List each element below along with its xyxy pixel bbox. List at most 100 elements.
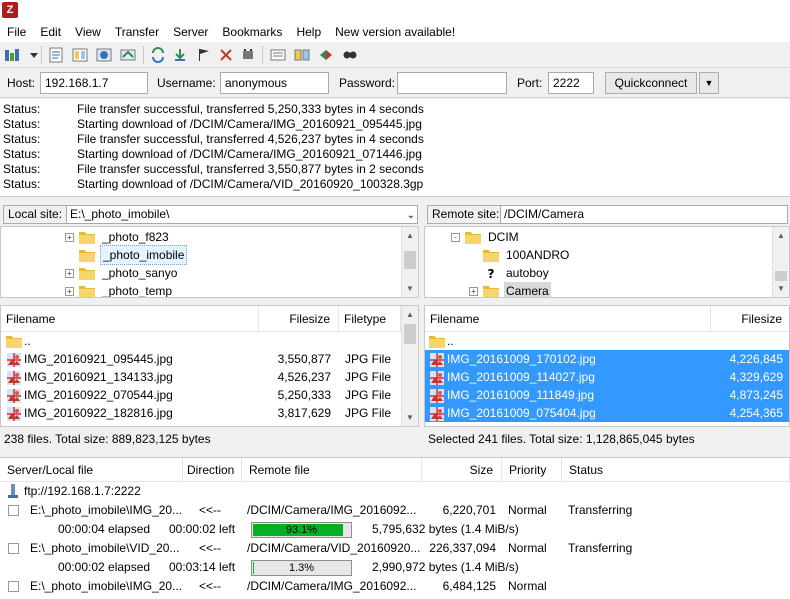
reconnect-icon[interactable] (238, 45, 258, 65)
file-size (711, 332, 783, 350)
scrollbar-thumb[interactable] (404, 251, 416, 269)
queue-priority: Normal (508, 579, 547, 593)
queue-server-row[interactable]: ftp://192.168.1.7:2222 (0, 482, 790, 501)
tree-item[interactable]: ? autoboy (469, 264, 551, 282)
expand-icon[interactable]: + (65, 268, 74, 278)
menu-edit[interactable]: Edit (33, 22, 68, 42)
remote-tree-scrollbar[interactable]: ▲ ▼ (772, 227, 789, 297)
scroll-up-icon[interactable]: ▲ (402, 306, 418, 323)
refresh-icon[interactable] (148, 45, 168, 65)
queue-server-address: ftp://192.168.1.7:2222 (24, 484, 141, 498)
scroll-up-icon[interactable]: ▲ (402, 227, 418, 244)
local-files-scrollbar[interactable]: ▲ ▼ (401, 306, 418, 426)
file-row[interactable]: .. (425, 332, 789, 350)
host-input[interactable] (40, 72, 148, 94)
column-header-filesize[interactable]: Filesize (259, 306, 339, 332)
menu-new-version[interactable]: New version available! (328, 22, 462, 42)
transfer-queue[interactable]: Server/Local file Direction Remote file … (0, 457, 790, 599)
tree-item[interactable]: - DCIM (451, 228, 521, 246)
menu-bookmarks[interactable]: Bookmarks (215, 22, 289, 42)
port-label: Port: (517, 76, 543, 90)
process-queue-icon[interactable] (170, 45, 190, 65)
menu-server[interactable]: Server (166, 22, 215, 42)
file-row[interactable]: IMG_20160921_134133.jpg 4,526,237 JPG File (1, 368, 401, 386)
filename-filters-icon[interactable] (268, 45, 288, 65)
username-input[interactable] (220, 72, 329, 94)
scrollbar-thumb[interactable] (404, 324, 416, 344)
queue-column-priority[interactable]: Priority (502, 458, 562, 482)
column-header-filesize[interactable]: Filesize (711, 306, 789, 332)
log-line: Status: File transfer successful, transfe… (0, 132, 790, 147)
queue-item-checkbox[interactable] (8, 505, 19, 516)
scroll-down-icon[interactable]: ▼ (402, 409, 418, 426)
quickconnect-history-dropdown[interactable]: ▼ (699, 72, 719, 94)
toggle-local-tree-icon[interactable] (70, 45, 90, 65)
remote-file-list[interactable]: Filename Filesize .. IMG_20161009_170102.… (424, 305, 790, 427)
menu-help[interactable]: Help (289, 22, 328, 42)
file-row[interactable]: IMG_20161009_170102.jpg 4,226,845 (425, 350, 789, 368)
tree-item[interactable]: _photo_imobile (65, 245, 188, 265)
scroll-down-icon[interactable]: ▼ (773, 280, 789, 297)
site-manager-icon[interactable] (2, 45, 22, 65)
expand-icon[interactable]: + (469, 286, 478, 296)
file-size (259, 332, 331, 350)
local-tree-scrollbar[interactable]: ▲ ▼ (401, 227, 418, 297)
log-type-label: Status: (3, 132, 41, 146)
menu-view[interactable]: View (68, 22, 108, 42)
file-name: IMG_20161009_170102.jpg (447, 352, 596, 366)
compare-directories-icon[interactable] (292, 45, 312, 65)
queue-item-row[interactable]: E:\_photo_imobile\IMG_20... <<-- /DCIM/Cam… (0, 577, 790, 596)
password-input[interactable] (397, 72, 507, 94)
scroll-down-icon[interactable]: ▼ (402, 280, 418, 297)
file-row[interactable]: IMG_20161009_114027.jpg 4,329,629 (425, 368, 789, 386)
tree-item[interactable]: 100ANDRO (469, 246, 571, 264)
remote-site-path-input[interactable]: /DCIM/Camera (500, 205, 788, 224)
disconnect-icon[interactable] (216, 45, 236, 65)
queue-item-checkbox[interactable] (8, 543, 19, 554)
expand-icon[interactable]: + (65, 232, 74, 242)
tree-item[interactable]: + Camera (469, 282, 551, 297)
menu-transfer[interactable]: Transfer (108, 22, 166, 42)
queue-column-direction[interactable]: Direction (183, 458, 242, 482)
remote-directory-tree[interactable]: ▲ ▼ - DCIM 100ANDRO? autoboy + Camera (424, 226, 790, 298)
queue-column-local-file[interactable]: Server/Local file (0, 458, 183, 482)
local-site-path-input[interactable]: E:\_photo_imobile\ ⌄ (66, 205, 418, 224)
file-row[interactable]: IMG_20161009_111849.jpg 4,873,245 (425, 386, 789, 404)
image-file-icon (429, 352, 445, 368)
queue-column-size[interactable]: Size (422, 458, 502, 482)
file-row[interactable]: IMG_20160922_070544.jpg 5,250,333 JPG File (1, 386, 401, 404)
file-name-cell: IMG_20161009_111849.jpg (429, 386, 594, 404)
queue-column-remote-file[interactable]: Remote file (242, 458, 422, 482)
queue-item-row[interactable]: E:\_photo_imobile\IMG_20... <<-- /DCIM/Cam… (0, 501, 790, 520)
file-row[interactable]: .. (1, 332, 401, 350)
toggle-queue-icon[interactable] (118, 45, 138, 65)
sync-browsing-icon[interactable] (316, 45, 336, 65)
local-directory-tree[interactable]: ▲ ▼ + _photo_f823 _photo_imobile + _photo_sa… (0, 226, 419, 298)
file-row[interactable]: IMG_20160921_095445.jpg 3,550,877 JPG File (1, 350, 401, 368)
filezilla-app-icon[interactable]: Z (2, 2, 18, 18)
toggle-message-log-icon[interactable] (46, 45, 66, 65)
search-files-icon[interactable] (340, 45, 360, 65)
column-header-filetype[interactable]: Filetype (339, 306, 401, 332)
menu-file[interactable]: File (0, 22, 33, 42)
file-row[interactable]: IMG_20161009_075404.jpg 4,254,365 (425, 404, 789, 422)
column-header-filename[interactable]: Filename (1, 306, 259, 332)
cancel-operation-icon[interactable] (194, 45, 214, 65)
file-row[interactable]: IMG_20160922_182816.jpg 3,817,629 JPG File (1, 404, 401, 422)
queue-item-row[interactable]: E:\_photo_imobile\VID_20... <<-- /DCIM/Cam… (0, 539, 790, 558)
quickconnect-button[interactable]: Quickconnect (605, 72, 697, 94)
column-header-filename[interactable]: Filename (425, 306, 711, 332)
port-input[interactable] (548, 72, 594, 94)
message-log[interactable]: Status: File transfer successful, transfe… (0, 99, 790, 197)
scroll-up-icon[interactable]: ▲ (773, 227, 789, 244)
expand-icon[interactable]: - (451, 232, 460, 242)
tree-item[interactable]: + _photo_f823 (65, 228, 171, 246)
toggle-remote-tree-icon[interactable] (94, 45, 114, 65)
queue-column-status[interactable]: Status (562, 458, 790, 482)
expand-icon[interactable]: + (65, 286, 74, 296)
tree-item[interactable]: + _photo_sanyo (65, 264, 179, 282)
local-file-list[interactable]: Filename Filesize Filetype ▲ ▼ .. IMG_201… (0, 305, 419, 427)
queue-item-checkbox[interactable] (8, 581, 19, 592)
tree-item[interactable]: + _photo_temp (65, 282, 174, 297)
chevron-down-icon[interactable]: ⌄ (407, 207, 415, 224)
